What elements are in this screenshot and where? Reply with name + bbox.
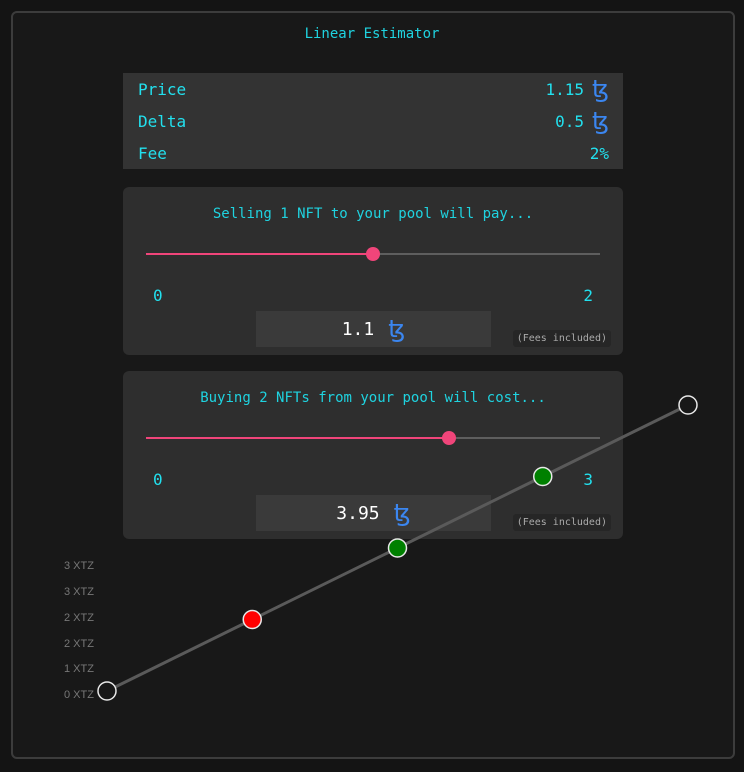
y-tick-label: 1 XTZ bbox=[64, 663, 94, 675]
y-tick-label: 3 XTZ bbox=[64, 560, 94, 572]
chart-point-buy bbox=[533, 466, 553, 487]
chart-point-buy bbox=[387, 538, 408, 558]
chart-point-sell bbox=[242, 609, 262, 630]
chart-point-hollow bbox=[678, 395, 698, 415]
y-tick-label: 3 XTZ bbox=[64, 586, 94, 598]
y-tick-label: 2 XTZ bbox=[64, 638, 94, 650]
y-tick-label: 0 XTZ bbox=[64, 689, 94, 701]
chart-point-hollow bbox=[97, 681, 117, 701]
price-chart: 0 XTZ 1 XTZ 2 XTZ 2 XTZ 3 XTZ 3 XTZ bbox=[64, 395, 698, 701]
y-tick-label: 2 XTZ bbox=[64, 612, 94, 624]
